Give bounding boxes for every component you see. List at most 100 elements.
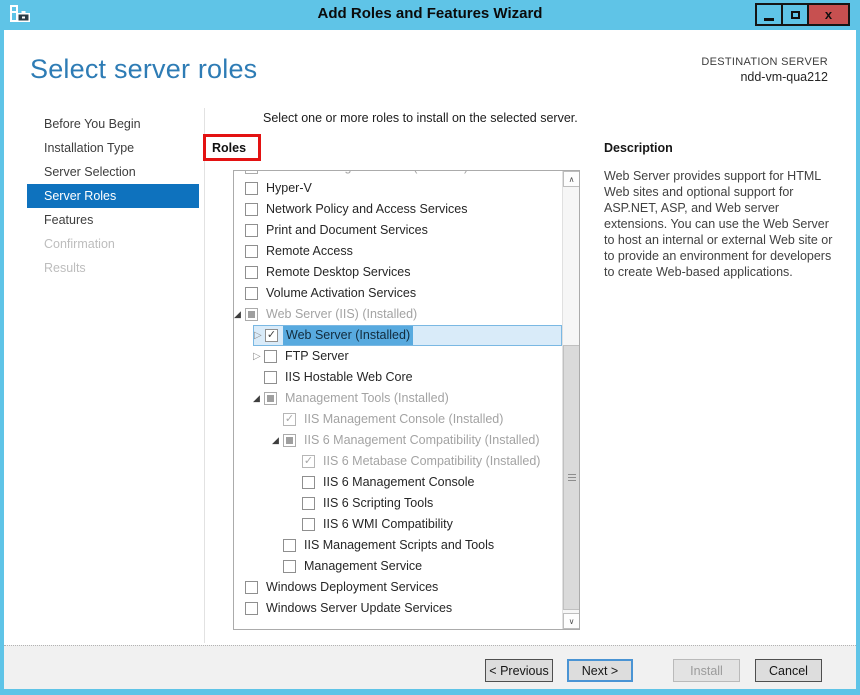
tree-row-ftp-server[interactable]: ▷ FTP Server <box>234 346 562 367</box>
checkbox-unchecked[interactable] <box>245 266 258 279</box>
tree-row-print-and-document-services[interactable]: Print and Document Services <box>234 220 562 241</box>
checkbox-unchecked[interactable] <box>245 602 258 615</box>
tree-row-file-and-storage-services-installed[interactable]: ▷ File And Storage Services (Installed) <box>234 171 562 178</box>
checkbox-unchecked[interactable] <box>245 203 258 216</box>
expanded-triangle-icon[interactable]: ◢ <box>234 304 245 325</box>
tree-row-iis-hostable-web-core[interactable]: IIS Hostable Web Core <box>234 367 562 388</box>
next-button[interactable]: Next > <box>567 659 633 682</box>
roles-label-annotation-box: Roles <box>203 134 261 161</box>
checkbox-unchecked[interactable] <box>245 581 258 594</box>
window-controls: x <box>755 3 850 26</box>
tree-item-label: IIS 6 Metabase Compatibility (Installed) <box>323 454 541 468</box>
tree-item-label: Hyper-V <box>266 181 312 195</box>
sidebar-item-server-roles[interactable]: Server Roles <box>27 184 199 208</box>
tree-row-hyper-v[interactable]: Hyper-V <box>234 178 562 199</box>
tree-row-network-policy-and-access-services[interactable]: Network Policy and Access Services <box>234 199 562 220</box>
tree-row-iis-management-console-installed[interactable]: ✓ IIS Management Console (Installed) <box>234 409 562 430</box>
scrollbar-thumb[interactable] <box>563 345 579 610</box>
tree-row-body: Windows Server Update Services <box>234 598 562 619</box>
sidebar-item-installation-type[interactable]: Installation Type <box>27 136 199 160</box>
sidebar-item-server-selection[interactable]: Server Selection <box>27 160 199 184</box>
tree-row-iis-management-scripts-and-tools[interactable]: IIS Management Scripts and Tools <box>234 535 562 556</box>
checkbox-unchecked[interactable] <box>283 539 296 552</box>
checkbox-unchecked[interactable] <box>264 371 277 384</box>
tree-row-iis-6-management-console[interactable]: IIS 6 Management Console <box>234 472 562 493</box>
cancel-button[interactable]: Cancel <box>755 659 822 682</box>
tree-row-iis-6-scripting-tools[interactable]: IIS 6 Scripting Tools <box>234 493 562 514</box>
sidebar-item-features[interactable]: Features <box>27 208 199 232</box>
tree-row-body: Print and Document Services <box>234 220 562 241</box>
install-button[interactable]: Install <box>673 659 740 682</box>
tree-item-label: FTP Server <box>285 349 349 363</box>
tree-row-iis-6-metabase-compatibility-installed[interactable]: ✓ IIS 6 Metabase Compatibility (Installed… <box>234 451 562 472</box>
roles-section-label: Roles <box>212 140 247 155</box>
previous-button[interactable]: < Previous <box>485 659 553 682</box>
collapsed-triangle-icon[interactable]: ▷ <box>234 171 245 178</box>
sidebar-item-before-you-begin[interactable]: Before You Begin <box>27 112 199 136</box>
tree-item-label: Management Tools (Installed) <box>285 391 449 405</box>
collapsed-triangle-icon[interactable]: ▷ <box>253 346 264 367</box>
checkbox-unchecked[interactable] <box>302 497 315 510</box>
checkbox-unchecked[interactable] <box>245 224 258 237</box>
scrollbar-grip-icon <box>568 473 576 481</box>
description-title: Description <box>604 141 673 155</box>
checkbox-unchecked[interactable] <box>245 245 258 258</box>
checkbox-indeterminate[interactable] <box>245 171 258 174</box>
checkbox-checked[interactable]: ✓ <box>265 329 278 342</box>
scroll-down-button[interactable]: ∨ <box>563 613 579 629</box>
checkbox-unchecked[interactable] <box>302 476 315 489</box>
tree-row-management-service[interactable]: Management Service <box>234 556 562 577</box>
checkbox-indeterminate[interactable] <box>283 434 296 447</box>
checkbox-indeterminate[interactable] <box>245 308 258 321</box>
expanded-triangle-icon[interactable]: ◢ <box>253 388 264 409</box>
tree-row-windows-deployment-services[interactable]: Windows Deployment Services <box>234 577 562 598</box>
tree-item-label: IIS 6 WMI Compatibility <box>323 517 453 531</box>
tree-row-iis-6-management-compatibility-installed[interactable]: ◢ IIS 6 Management Compatibility (Install… <box>234 430 562 451</box>
tree-row-windows-server-update-services[interactable]: Windows Server Update Services <box>234 598 562 619</box>
tree-row-body: ▷ ✓ Web Server (Installed) <box>253 325 562 346</box>
wizard-client-area: Select server roles DESTINATION SERVER n… <box>4 30 856 689</box>
tree-item-label: IIS Hostable Web Core <box>285 370 413 384</box>
tree-row-iis-6-wmi-compatibility[interactable]: IIS 6 WMI Compatibility <box>234 514 562 535</box>
checkbox-unchecked[interactable] <box>245 287 258 300</box>
tree-item-label: Management Service <box>304 559 423 573</box>
checkbox-unchecked[interactable] <box>283 560 296 573</box>
checkbox-unchecked[interactable] <box>245 182 258 195</box>
tree-row-web-server-iis-installed[interactable]: ◢ Web Server (IIS) (Installed) <box>234 304 562 325</box>
tree-row-body: ◢ Management Tools (Installed) <box>253 388 562 409</box>
titlebar[interactable]: Add Roles and Features Wizard x <box>0 0 860 30</box>
checkbox-unchecked[interactable] <box>302 518 315 531</box>
minimize-button[interactable] <box>755 3 783 26</box>
tree-row-management-tools-installed[interactable]: ◢ Management Tools (Installed) <box>234 388 562 409</box>
checkbox-checked-disabled[interactable]: ✓ <box>283 413 296 426</box>
roles-tree: ▷ File And Storage Services (Installed) Hy… <box>234 171 562 619</box>
checkbox-unchecked[interactable] <box>264 350 277 363</box>
expanded-triangle-icon[interactable]: ◢ <box>272 430 283 451</box>
tree-row-body: Remote Desktop Services <box>234 262 562 283</box>
scroll-up-button[interactable]: ∧ <box>563 171 579 187</box>
tree-item-label: File And Storage Services (Installed) <box>263 171 471 177</box>
tree-row-body: ◢ Web Server (IIS) (Installed) <box>234 304 562 325</box>
scrollbar[interactable]: ∧ ∨ <box>562 171 579 629</box>
collapsed-triangle-icon[interactable]: ▷ <box>254 325 265 346</box>
close-button[interactable]: x <box>807 3 850 26</box>
tree-row-remote-desktop-services[interactable]: Remote Desktop Services <box>234 262 562 283</box>
checkbox-checked-disabled[interactable]: ✓ <box>302 455 315 468</box>
tree-row-web-server-installed[interactable]: ▷ ✓ Web Server (Installed) <box>234 325 562 346</box>
checkbox-indeterminate[interactable] <box>264 392 277 405</box>
sidebar-item-confirmation: Confirmation <box>44 237 115 251</box>
tree-row-body: Network Policy and Access Services <box>234 199 562 220</box>
destination-server-label: DESTINATION SERVER <box>701 56 828 68</box>
tree-item-label: Web Server (Installed) <box>283 326 414 345</box>
tree-row-remote-access[interactable]: Remote Access <box>234 241 562 262</box>
tree-row-body: ✓ IIS Management Console (Installed) <box>272 409 562 430</box>
maximize-button[interactable] <box>781 3 809 26</box>
tree-row-volume-activation-services[interactable]: Volume Activation Services <box>234 283 562 304</box>
